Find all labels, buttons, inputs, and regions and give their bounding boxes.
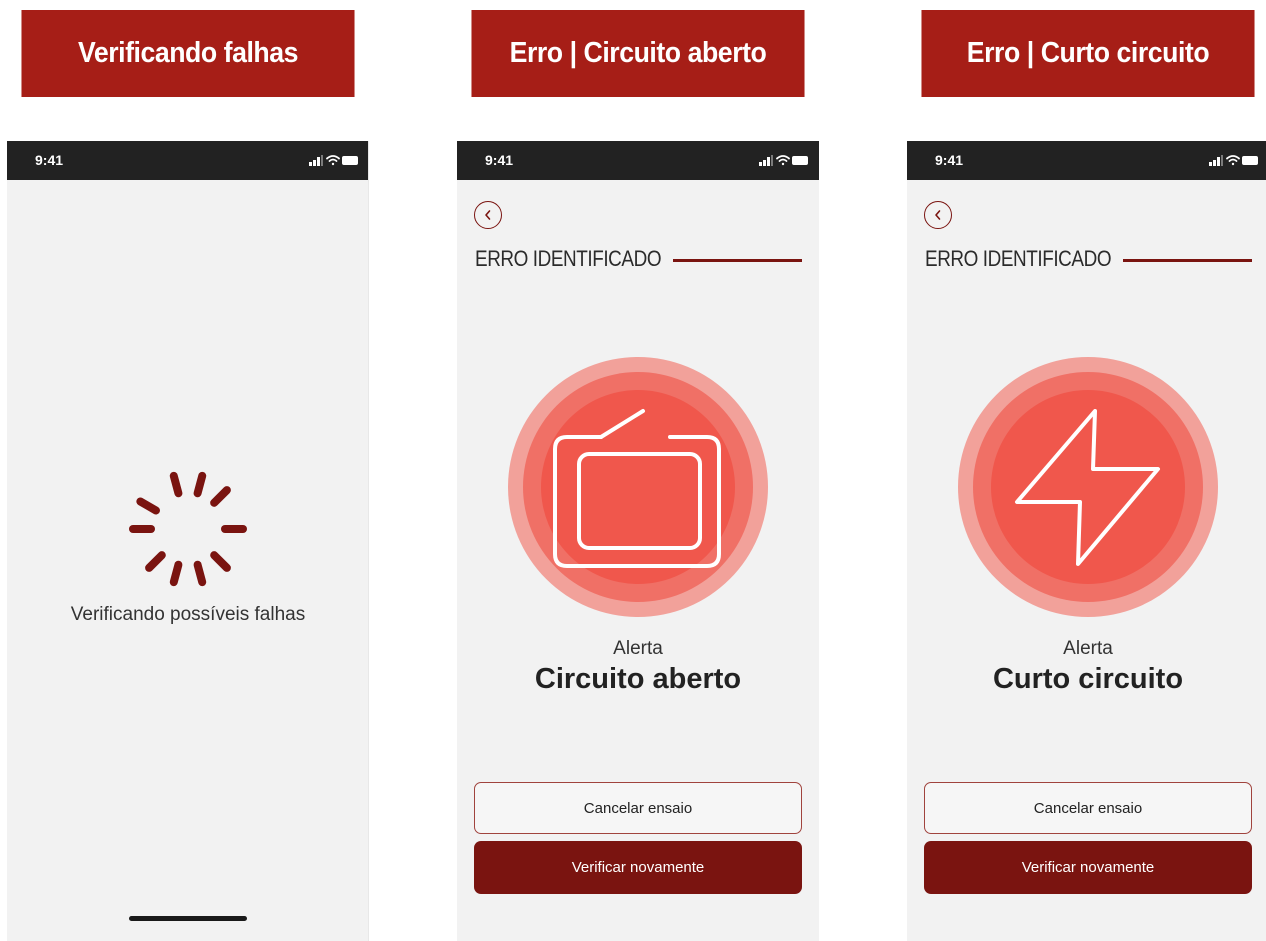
- status-time: 9:41: [935, 152, 964, 168]
- battery-icon: [792, 156, 808, 165]
- battery-icon: [342, 156, 358, 165]
- chevron-left-icon: [935, 210, 941, 220]
- alert-label: Alerta: [613, 638, 663, 659]
- loading-message: Verificando possíveis falhas: [70, 604, 306, 625]
- screen-banner-title: Erro | Curto circuito: [921, 10, 1255, 97]
- home-indicator[interactable]: [129, 916, 247, 921]
- back-button[interactable]: [474, 201, 502, 229]
- signal-icon: [1209, 155, 1223, 166]
- status-icons: [759, 155, 808, 166]
- lightning-bolt-icon: [958, 357, 1218, 617]
- title-divider: [1123, 259, 1252, 262]
- title-divider: [673, 259, 802, 262]
- phone-frame: 9:41 ERRO IDENTIFICA: [457, 141, 819, 941]
- chevron-left-icon: [485, 210, 491, 220]
- status-bar: 9:41: [7, 141, 368, 180]
- status-icons: [309, 155, 358, 166]
- alert-label: Alerta: [1063, 638, 1113, 659]
- screen-banner-title: Erro | Circuito aberto: [471, 10, 805, 97]
- screen-banner-title: Verificando falhas: [21, 10, 355, 97]
- wifi-icon: [1226, 155, 1240, 166]
- check-again-button[interactable]: Verificar novamente: [474, 841, 802, 894]
- cancel-test-button[interactable]: Cancelar ensaio: [474, 782, 802, 834]
- alert-value: Curto circuito: [992, 663, 1184, 695]
- phone-frame: 9:41 Verificando possíveis falhas: [7, 141, 369, 941]
- status-time: 9:41: [485, 152, 514, 168]
- signal-icon: [759, 155, 773, 166]
- phone-frame: 9:41 ERRO IDENTIFICA: [907, 141, 1266, 941]
- open-circuit-icon: [508, 357, 768, 617]
- status-bar: 9:41: [907, 141, 1266, 180]
- wifi-icon: [776, 155, 790, 166]
- signal-icon: [309, 155, 323, 166]
- check-again-button[interactable]: Verificar novamente: [924, 841, 1252, 894]
- battery-icon: [1242, 156, 1258, 165]
- section-title: ERRO IDENTIFICADO: [925, 246, 1112, 271]
- wifi-icon: [326, 155, 340, 166]
- status-icons: [1209, 155, 1258, 166]
- status-time: 9:41: [35, 152, 64, 168]
- status-bar: 9:41: [457, 141, 819, 180]
- screen-open-circuit-error: Erro | Circuito aberto 9:41 ERRO IDENTIF…: [457, 0, 819, 941]
- loading-spinner-icon: [129, 471, 247, 587]
- screen-short-circuit-error: Erro | Curto circuito 9:41 ERRO IDENTIFI…: [907, 0, 1266, 941]
- cancel-test-button[interactable]: Cancelar ensaio: [924, 782, 1252, 834]
- alert-value: Circuito aberto: [534, 663, 742, 695]
- screen-checking-faults: Verificando falhas 9:41 Verificando poss…: [7, 0, 369, 941]
- back-button[interactable]: [924, 201, 952, 229]
- section-title: ERRO IDENTIFICADO: [475, 246, 662, 271]
